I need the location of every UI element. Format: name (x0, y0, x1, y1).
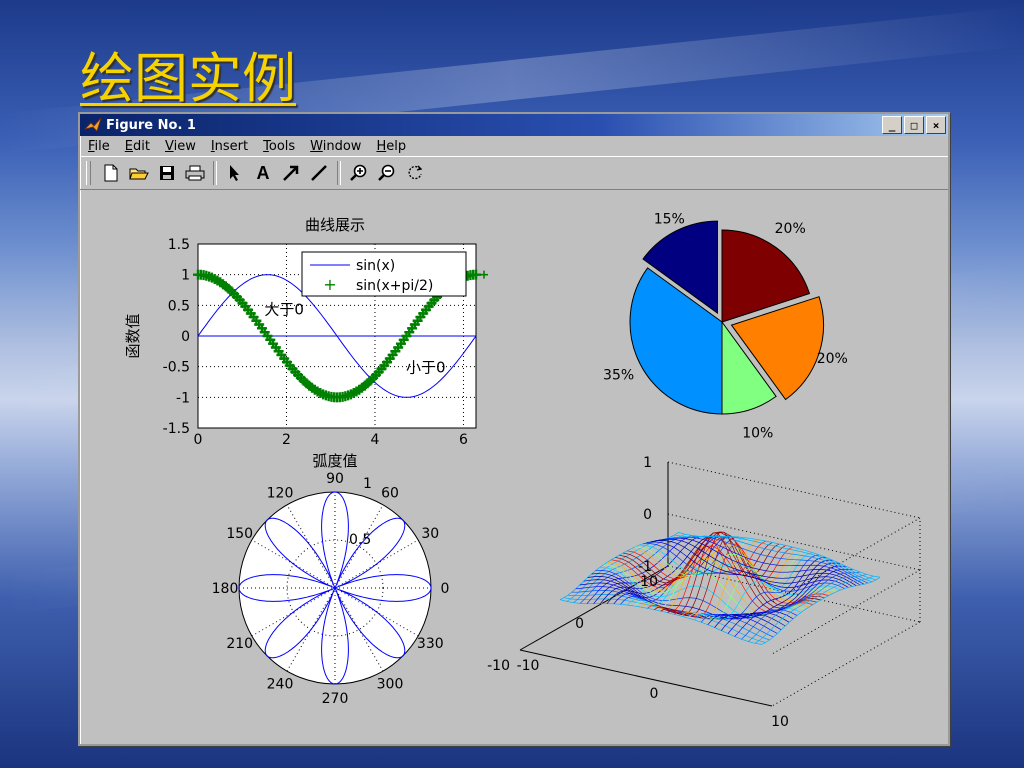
line-icon[interactable] (305, 160, 333, 186)
matlab-icon (84, 117, 102, 132)
y-tick-label: 0 (575, 616, 584, 632)
legend-entry: sin(x) (356, 258, 395, 274)
menu-view[interactable]: View (165, 139, 196, 154)
legend-entry: sin(x+pi/2) (356, 278, 433, 294)
toolbar-grip[interactable] (86, 161, 91, 185)
polar-radius-label: 0.5 (349, 532, 371, 548)
pie-label: 35% (603, 368, 634, 384)
figure-canvas[interactable]: 曲线展示 0 2 4 6 1.5 1 0.5 0 -0.5 -1 -1.5 弧度值 函数值 大于0 小… (80, 194, 948, 744)
plus-marker (480, 270, 488, 279)
x-tick-label: 4 (371, 432, 380, 448)
polar-angle-label: 210 (226, 636, 253, 652)
y-tick-label: 1.5 (168, 237, 190, 253)
polar-radius-label: 1 (363, 476, 372, 492)
toolbar: A (80, 156, 948, 190)
y-tick-label: 0 (181, 329, 190, 345)
z-tick-label: -1 (638, 559, 652, 575)
figure-svg: 曲线展示 0 2 4 6 1.5 1 0.5 0 -0.5 -1 -1.5 弧度值 函数值 大于0 小… (124, 212, 921, 730)
mesh-axis (519, 649, 773, 707)
polar-angle-label: 0 (441, 581, 450, 597)
z-tick-label: 1 (643, 455, 652, 471)
legend-swatch-plus: + (323, 275, 336, 294)
polar-angle-label: 240 (267, 676, 294, 692)
pie-label: 20% (775, 221, 806, 237)
polar-angle-label: 300 (377, 676, 404, 692)
arrow-select-icon[interactable] (221, 160, 249, 186)
polar-angle-label: 330 (417, 636, 444, 652)
menu-window[interactable]: Window (310, 139, 361, 154)
menu-bar: File Edit View Insert Tools Window Help (80, 136, 948, 156)
open-folder-icon[interactable] (125, 160, 153, 186)
polar-angle-label: 150 (226, 526, 253, 542)
x-tick-label: 2 (282, 432, 291, 448)
polar-angle-label: 90 (326, 471, 344, 487)
menu-help[interactable]: Help (376, 139, 406, 154)
chart-title: 曲线展示 (305, 216, 365, 234)
slide-title: 绘图实例 (80, 47, 296, 110)
pie-label: 10% (742, 425, 773, 441)
zoom-in-icon[interactable] (345, 160, 373, 186)
save-icon[interactable] (153, 160, 181, 186)
polar-angle-label: 60 (381, 486, 399, 502)
maximize-button[interactable]: □ (904, 116, 924, 134)
x-tick-label: 6 (459, 432, 468, 448)
pie-label: 20% (817, 351, 848, 367)
text-icon[interactable]: A (249, 160, 277, 186)
mesh-line (583, 579, 786, 627)
x-tick-label: 0 (650, 686, 659, 702)
y-tick-label: 1 (181, 268, 190, 284)
figure-window: Figure No. 1 _ □ × File Edit View Insert… (78, 112, 950, 746)
menu-edit[interactable]: Edit (125, 139, 150, 154)
y-tick-label: 0.5 (168, 298, 190, 314)
y-tick-label: -1 (176, 390, 190, 406)
polar-angle-label: 120 (267, 486, 294, 502)
y-axis-label: 函数值 (124, 313, 142, 358)
polar-angle-label: 270 (322, 691, 349, 707)
zoom-out-icon[interactable] (373, 160, 401, 186)
y-tick-label: -0.5 (163, 360, 190, 376)
toolbar-separator (213, 161, 217, 185)
window-title: Figure No. 1 (106, 117, 196, 133)
close-button[interactable]: × (926, 116, 946, 134)
x-tick-label: 10 (771, 714, 789, 730)
mesh-box-edge (771, 621, 921, 707)
surface-mesh-chart: 10-1100-10 -10010 (487, 455, 921, 730)
polar-angle-label: 180 (212, 581, 239, 597)
legend: sin(x) + sin(x+pi/2) (301, 251, 467, 297)
menu-tools[interactable]: Tools (263, 139, 295, 154)
polar-angle-label: 30 (421, 526, 439, 542)
annotation-text: 大于0 (264, 300, 304, 318)
menu-file[interactable]: File (88, 139, 110, 154)
print-icon[interactable] (181, 160, 209, 186)
y-tick-label: -10 (487, 658, 510, 674)
annotation-text: 小于0 (406, 359, 446, 377)
window-titlebar[interactable]: Figure No. 1 _ □ × (80, 114, 948, 136)
x-tick-label: -10 (517, 658, 540, 674)
y-tick-label: -1.5 (163, 421, 190, 437)
pie-label: 15% (654, 212, 685, 228)
menu-insert[interactable]: Insert (211, 139, 248, 154)
line-chart: 曲线展示 0 2 4 6 1.5 1 0.5 0 -0.5 -1 -1.5 弧度值 函数值 大于0 小… (124, 216, 488, 470)
y-tick-label: 10 (640, 574, 658, 590)
polar-chart: 90603003303002702402101801501200.51 (212, 471, 450, 707)
x-axis-label: 弧度值 (312, 452, 357, 470)
mesh-box-edge (667, 461, 921, 519)
toolbar-separator (337, 161, 341, 185)
arrow-icon[interactable] (277, 160, 305, 186)
x-tick-label: 0 (194, 432, 203, 448)
pie-chart: 20% 20% 10% 35% 15% (603, 212, 848, 442)
z-tick-label: 0 (643, 507, 652, 523)
minimize-button[interactable]: _ (882, 116, 902, 134)
new-file-icon[interactable] (97, 160, 125, 186)
rotate-icon[interactable] (401, 160, 429, 186)
